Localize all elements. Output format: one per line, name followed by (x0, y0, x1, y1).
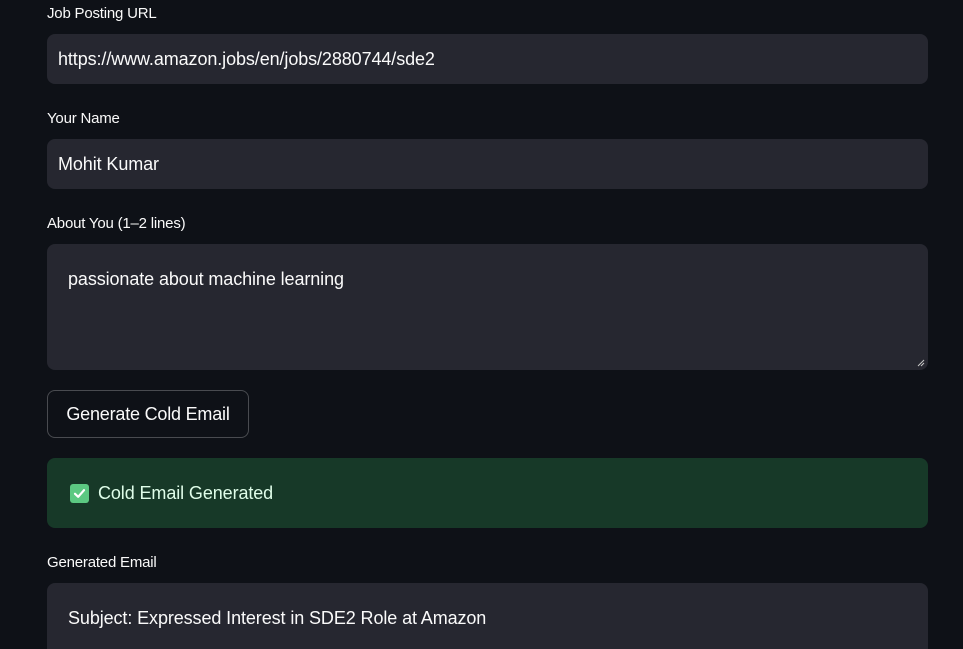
app-main: Job Posting URL https://www.amazon.jobs/… (0, 0, 963, 649)
generated-email-text: Subject: Expressed Interest in SDE2 Role… (68, 608, 487, 628)
resize-handle-icon[interactable] (917, 359, 925, 367)
generated-email-label: Generated Email (47, 554, 157, 571)
about-label: About You (1–2 lines) (47, 215, 186, 232)
about-textarea-value: passionate about machine learning (68, 269, 344, 289)
generated-email-textarea[interactable]: Subject: Expressed Interest in SDE2 Role… (47, 583, 928, 649)
name-input[interactable]: Mohit Kumar (47, 139, 928, 189)
job-url-label: Job Posting URL (47, 5, 157, 22)
job-url-input[interactable]: https://www.amazon.jobs/en/jobs/2880744/… (47, 34, 928, 84)
name-label: Your Name (47, 110, 120, 127)
success-alert: Cold Email Generated (47, 458, 928, 528)
about-textarea[interactable]: passionate about machine learning (47, 244, 928, 370)
generate-cold-email-button[interactable]: Generate Cold Email (47, 390, 249, 438)
check-mark-icon (70, 483, 89, 503)
success-message: Cold Email Generated (98, 482, 274, 503)
